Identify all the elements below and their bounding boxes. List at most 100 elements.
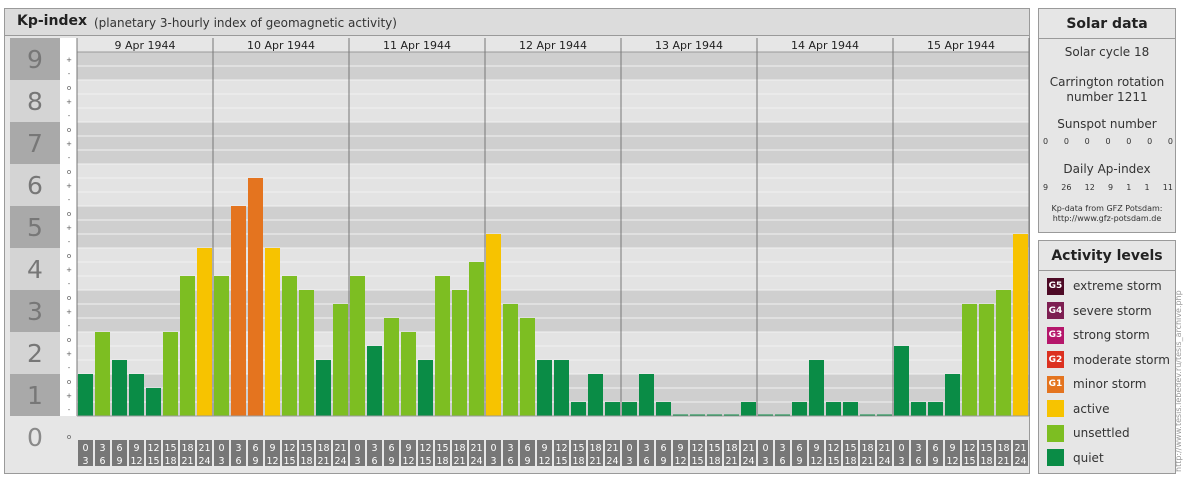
interval-end-label: 24 [198, 456, 210, 467]
interval-start-label: 9 [541, 443, 547, 454]
interval-end-label: 18 [300, 456, 312, 467]
interval-start-label: 6 [524, 443, 530, 454]
interval-end-label: 21 [725, 456, 737, 467]
solar-data-panel: Solar data Solar cycle 18 Carrington rot… [1038, 8, 1176, 233]
interval-end-label: 12 [946, 456, 958, 467]
interval-start-label: 6 [660, 443, 666, 454]
minor-mark: o [67, 210, 71, 218]
kp-bar [197, 248, 212, 416]
interval-start-label: 15 [708, 443, 720, 454]
y-tick-label: 5 [27, 213, 43, 242]
interval-start-label: 12 [827, 443, 839, 454]
kp-bar [979, 303, 994, 416]
activity-level-swatch [1047, 424, 1064, 442]
activity-level-item: G4 severe storm [1047, 301, 1152, 321]
kp-bar [146, 387, 161, 416]
activity-level-label: minor storm [1073, 377, 1147, 391]
interval-start-label: 3 [235, 443, 241, 454]
kp-bar [571, 402, 586, 416]
interval-start-label: 18 [317, 443, 329, 454]
interval-end-label: 9 [116, 456, 122, 467]
interval-start-label: 0 [626, 443, 632, 454]
interval-start-label: 3 [779, 443, 785, 454]
interval-end-label: 3 [82, 456, 88, 467]
y-tick-label: 2 [27, 339, 43, 368]
interval-start-label: 21 [742, 443, 754, 454]
kp-chart: 0123456789-+o-+o-+o-+o-+o-+o-+o-+o-+o9 A… [10, 38, 1030, 467]
activity-levels-panel: Activity levels G5 extreme storm G4 severe … [1038, 240, 1176, 474]
kp-bar [163, 332, 178, 416]
interval-start-label: 6 [932, 443, 938, 454]
interval-end-label: 6 [643, 456, 649, 467]
activity-level-swatch [1047, 449, 1064, 466]
kp-bar [894, 345, 909, 416]
activity-level-label: unsettled [1073, 426, 1130, 440]
interval-start-label: 6 [796, 443, 802, 454]
sunspot-value: 0 [1147, 137, 1153, 146]
minor-mark: o [67, 252, 71, 260]
interval-end-label: 6 [99, 456, 105, 467]
interval-start-label: 21 [470, 443, 482, 454]
interval-end-label: 24 [334, 456, 346, 467]
interval-start-label: 12 [419, 443, 431, 454]
y-tick-label: 8 [27, 87, 43, 116]
kp-bar [741, 402, 756, 416]
interval-start-label: 3 [643, 443, 649, 454]
solar-data-heading: Solar data [1039, 9, 1175, 39]
activity-level-label: quiet [1073, 450, 1104, 465]
interval-start-label: 18 [181, 443, 193, 454]
interval-end-label: 21 [453, 456, 465, 467]
interval-end-label: 12 [266, 456, 278, 467]
interval-end-label: 24 [742, 456, 754, 467]
minor-mark: + [66, 140, 72, 148]
day-label: 13 Apr 1944 [655, 39, 723, 52]
interval-end-label: 12 [538, 456, 550, 467]
interval-end-label: 15 [827, 456, 839, 467]
kp-bar [1013, 234, 1028, 416]
interval-start-label: 18 [997, 443, 1009, 454]
interval-start-label: 0 [82, 443, 88, 454]
interval-start-label: 9 [949, 443, 955, 454]
activity-level-item: quiet [1047, 448, 1104, 468]
interval-end-label: 24 [470, 456, 482, 467]
kp-bar [622, 402, 637, 416]
interval-end-label: 3 [354, 456, 360, 467]
minor-mark: o [67, 84, 71, 92]
ap-value: 9 [1043, 183, 1049, 192]
side-credit: http://www.tesis.lebedev.ru/tesis_archiv… [1174, 290, 1183, 472]
interval-end-label: 21 [997, 456, 1009, 467]
kp-bar [792, 402, 807, 416]
ap-value: 9 [1107, 183, 1114, 192]
interval-start-label: 21 [198, 443, 210, 454]
kp-bar [503, 303, 518, 416]
interval-start-label: 15 [572, 443, 584, 454]
kp-bar [78, 374, 93, 416]
interval-end-label: 15 [283, 456, 295, 467]
interval-end-label: 6 [235, 456, 241, 467]
ap-value: 12 [1084, 183, 1095, 192]
day-label: 14 Apr 1944 [791, 39, 859, 52]
minor-mark: o [67, 294, 71, 302]
interval-end-label: 18 [844, 456, 856, 467]
kp-bar [911, 402, 926, 416]
interval-end-label: 3 [762, 456, 768, 467]
sunspot-value: 0 [1105, 137, 1111, 146]
kp-bar [384, 318, 399, 416]
gfz-link[interactable]: http://www.gfz-potsdam.de [1039, 214, 1175, 224]
kp-bar [299, 290, 314, 416]
carrington-rotation-label: Carrington rotation [1049, 75, 1165, 89]
interval-start-label: 3 [507, 443, 513, 454]
kp-bar [520, 318, 535, 416]
interval-start-label: 3 [99, 443, 105, 454]
minor-mark: o [67, 433, 71, 441]
interval-end-label: 9 [796, 456, 802, 467]
activity-level-label: severe storm [1073, 303, 1152, 318]
sunspot-value: 0 [1084, 137, 1090, 146]
kp-bar [95, 332, 110, 416]
interval-end-label: 6 [779, 456, 785, 467]
interval-start-label: 6 [252, 443, 258, 454]
kp-bar [928, 402, 943, 416]
y-tick-label: 4 [27, 255, 43, 284]
interval-end-label: 15 [691, 456, 703, 467]
interval-start-label: 0 [490, 443, 496, 454]
